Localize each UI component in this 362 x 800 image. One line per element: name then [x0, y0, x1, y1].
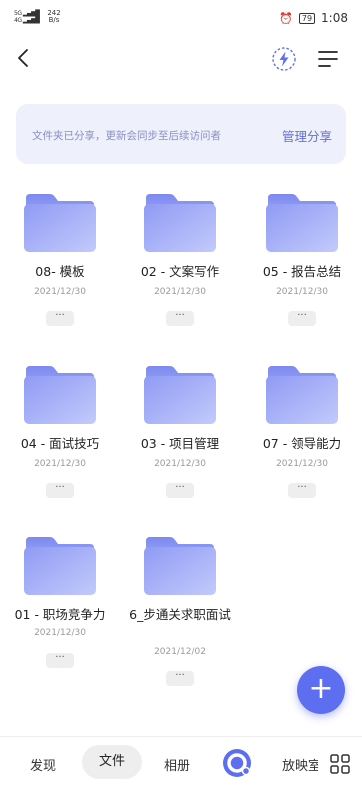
folder-date: 2021/12/02: [154, 647, 206, 657]
folder-date: 2021/12/30: [276, 287, 328, 297]
more-button[interactable]: ···: [46, 653, 74, 668]
grid-icon: [330, 754, 350, 774]
back-button[interactable]: [12, 46, 36, 70]
app-logo-icon: [223, 749, 251, 777]
folder-date: 2021/12/30: [34, 459, 86, 469]
menu-button[interactable]: [316, 48, 340, 70]
lightning-icon: [272, 47, 296, 71]
more-button[interactable]: ···: [288, 483, 316, 498]
folder-item[interactable]: 08- 模板 2021/12/30 ···: [10, 192, 110, 342]
folder-name: 04 - 面试技巧: [20, 436, 100, 451]
signal2-label: 4G: [14, 17, 22, 24]
folder-icon: [24, 194, 96, 252]
folder-icon: [24, 537, 96, 595]
bottom-nav: 发现 文件 相册 放映室: [0, 736, 362, 800]
folder-date: 2021/12/30: [34, 628, 86, 638]
plus-icon: +: [308, 671, 334, 706]
more-button[interactable]: ···: [166, 311, 194, 326]
folder-item[interactable]: 04 - 面试技巧 2021/12/30 ···: [10, 364, 110, 514]
chevron-left-icon: [18, 49, 28, 67]
folder-name: 05 - 报告总结: [262, 264, 342, 279]
nav-files[interactable]: 文件: [82, 745, 142, 779]
manage-share-link[interactable]: 管理分享: [282, 126, 332, 145]
status-left: 5G ▂▄▆█ 4G ▂▄▆█ 242 B/s: [14, 10, 61, 25]
folder-icon: [266, 366, 338, 424]
status-bar: 5G ▂▄▆█ 4G ▂▄▆█ 242 B/s ⏰ 79 1:08: [0, 0, 362, 36]
app-logo-button[interactable]: [220, 746, 254, 780]
nav-discover[interactable]: 发现: [30, 755, 56, 774]
folder-icon: [266, 194, 338, 252]
more-button[interactable]: ···: [46, 483, 74, 498]
more-button[interactable]: ···: [166, 671, 194, 686]
folder-date: 2021/12/30: [154, 459, 206, 469]
clock: 1:08: [321, 11, 348, 25]
folder-date: 2021/12/30: [276, 459, 328, 469]
alarm-icon: ⏰: [279, 11, 293, 25]
speed-unit: B/s: [48, 16, 60, 24]
add-fab-button[interactable]: +: [297, 666, 345, 714]
signal1-label: 5G: [14, 10, 22, 17]
battery-indicator: 79: [298, 12, 316, 24]
more-button[interactable]: ···: [46, 311, 74, 326]
share-banner-text: 文件夹已分享，更新会同步至后续访问者: [32, 130, 221, 142]
folder-item[interactable]: 6_步通关求职面试 2021/12/02 ···: [129, 535, 231, 686]
speed-boost-button[interactable]: [271, 46, 297, 72]
nav-cast[interactable]: 放映室: [282, 755, 318, 774]
folder-icon: [24, 366, 96, 424]
folder-icon: [144, 194, 216, 252]
share-banner: 文件夹已分享，更新会同步至后续访问者 管理分享: [16, 104, 346, 164]
more-button[interactable]: ···: [288, 311, 316, 326]
folder-name: 02 - 文案写作: [140, 264, 220, 279]
folder-date: 2021/12/30: [34, 287, 86, 297]
folder-name: 03 - 项目管理: [140, 436, 220, 451]
nav-album[interactable]: 相册: [164, 755, 190, 774]
folder-name: 08- 模板: [35, 264, 85, 279]
signal-info: 5G ▂▄▆█ 4G ▂▄▆█: [14, 10, 40, 24]
folder-name: 07 - 领导能力: [262, 436, 342, 451]
status-right: ⏰ 79 1:08: [279, 11, 348, 25]
folder-name: 01 - 职场竞争力: [14, 607, 106, 622]
folder-item[interactable]: 01 - 职场竞争力 2021/12/30 ···: [10, 535, 110, 685]
folder-date: 2021/12/30: [154, 287, 206, 297]
folder-name: 6_步通关求职面试: [129, 607, 231, 622]
folder-icon: [144, 366, 216, 424]
more-button[interactable]: ···: [166, 483, 194, 498]
folder-icon: [144, 537, 216, 595]
folder-item[interactable]: 05 - 报告总结 2021/12/30 ···: [252, 192, 352, 342]
grid-menu-button[interactable]: [330, 754, 350, 774]
folder-item[interactable]: 03 - 项目管理 2021/12/30 ···: [130, 364, 230, 514]
folder-item[interactable]: 07 - 领导能力 2021/12/30 ···: [252, 364, 352, 514]
toolbar: [0, 40, 362, 80]
menu-icon: [318, 51, 338, 67]
network-speed: 242 B/s: [47, 10, 60, 24]
folder-item[interactable]: 02 - 文案写作 2021/12/30 ···: [130, 192, 230, 342]
